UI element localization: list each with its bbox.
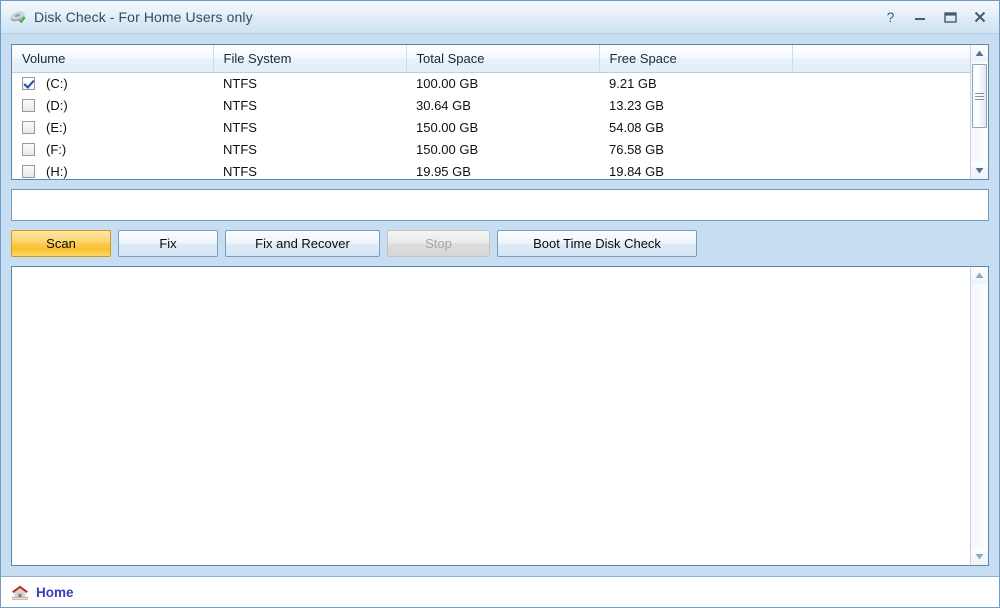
cell-volume: (C:)	[12, 72, 213, 95]
cell-volume: (E:)	[12, 117, 213, 139]
cell-total-space: 19.95 GB	[416, 164, 471, 179]
volume-scrollbar-thumb[interactable]	[972, 64, 987, 128]
client-area: Volume File System Total Space Free Spac…	[1, 34, 999, 576]
volume-table: Volume File System Total Space Free Spac…	[12, 45, 970, 179]
minimize-button[interactable]	[905, 1, 935, 33]
cell-total-space: 30.64 GB	[416, 98, 471, 113]
house-icon	[11, 584, 29, 601]
volume-checkbox[interactable]	[22, 99, 35, 112]
column-header-blank[interactable]	[792, 45, 970, 73]
title-bar-controls: ?	[875, 1, 995, 33]
column-header-file-system[interactable]: File System	[213, 45, 407, 73]
table-row[interactable]: (F:) NTFS 150.00 GB 76.58 GB	[12, 139, 970, 161]
cell-file-system: NTFS	[223, 76, 257, 91]
cell-blank	[792, 72, 970, 95]
home-link[interactable]: Home	[11, 584, 74, 601]
close-button[interactable]	[965, 1, 995, 33]
volume-table-header-row: Volume File System Total Space Free Spac…	[12, 45, 970, 73]
cell-volume: (D:)	[12, 95, 213, 117]
scroll-up-icon[interactable]	[971, 45, 988, 62]
column-header-free-space[interactable]: Free Space	[599, 45, 793, 73]
volume-scrollbar-track[interactable]	[971, 62, 988, 162]
fix-and-recover-button[interactable]: Fix and Recover	[225, 230, 380, 257]
scan-button[interactable]: Scan	[11, 230, 111, 257]
column-header-volume[interactable]: Volume	[12, 45, 214, 73]
home-link-label: Home	[36, 584, 74, 600]
window-title: Disk Check - For Home Users only	[34, 9, 253, 25]
table-row[interactable]: (C:) NTFS 100.00 GB 9.21 GB	[12, 72, 970, 95]
cell-blank	[792, 161, 970, 180]
svg-text:?: ?	[886, 10, 894, 25]
volume-label: (E:)	[46, 120, 67, 135]
volume-label: (F:)	[46, 142, 67, 157]
column-header-total-space[interactable]: Total Space	[406, 45, 600, 73]
stop-button: Stop	[387, 230, 490, 257]
maximize-button[interactable]	[935, 1, 965, 33]
table-row[interactable]: (H:) NTFS 19.95 GB 19.84 GB	[12, 161, 970, 180]
volume-table-body: (C:) NTFS 100.00 GB 9.21 GB (D:) NTFS 30.64 GB…	[12, 72, 970, 179]
cell-total-space: 150.00 GB	[416, 142, 479, 157]
title-bar: Disk Check - For Home Users only ?	[1, 1, 999, 34]
log-scroll-down-icon[interactable]	[971, 548, 988, 565]
log-output-panel	[11, 266, 989, 566]
cell-volume: (F:)	[12, 139, 213, 161]
scrollbar-grip-icon	[975, 92, 984, 100]
cell-free-space: 54.08 GB	[609, 120, 664, 135]
cell-total-space: 150.00 GB	[416, 120, 479, 135]
cell-file-system: NTFS	[223, 120, 257, 135]
cell-total-space: 100.00 GB	[416, 76, 479, 91]
cell-free-space: 13.23 GB	[609, 98, 664, 113]
cell-file-system: NTFS	[223, 164, 257, 179]
cell-file-system: NTFS	[223, 142, 257, 157]
table-row[interactable]: (D:) NTFS 30.64 GB 13.23 GB	[12, 95, 970, 117]
volume-list-scrollbar[interactable]	[970, 45, 988, 179]
table-row[interactable]: (E:) NTFS 150.00 GB 54.08 GB	[12, 117, 970, 139]
log-scrollbar[interactable]	[970, 267, 988, 565]
cell-blank	[792, 139, 970, 161]
volume-checkbox[interactable]	[22, 143, 35, 156]
cell-free-space: 9.21 GB	[609, 76, 657, 91]
volume-checkbox[interactable]	[22, 77, 35, 90]
status-input[interactable]	[11, 189, 989, 221]
log-output-text[interactable]	[12, 267, 970, 565]
volume-table-scroll-viewport: Volume File System Total Space Free Spac…	[12, 45, 970, 179]
action-button-row: Scan Fix Fix and Recover Stop Boot Time …	[11, 230, 989, 257]
application-window: Disk Check - For Home Users only ? Volum…	[0, 0, 1000, 608]
cell-blank	[792, 95, 970, 117]
volume-list-panel: Volume File System Total Space Free Spac…	[11, 44, 989, 180]
volume-checkbox[interactable]	[22, 121, 35, 134]
log-scroll-up-icon[interactable]	[971, 267, 988, 284]
boot-time-disk-check-button[interactable]: Boot Time Disk Check	[497, 230, 697, 257]
volume-checkbox[interactable]	[22, 165, 35, 178]
cell-blank	[792, 117, 970, 139]
log-scrollbar-track[interactable]	[971, 284, 988, 548]
status-bar: Home	[1, 576, 999, 607]
fix-button[interactable]: Fix	[118, 230, 218, 257]
volume-label: (H:)	[46, 164, 68, 179]
cell-free-space: 19.84 GB	[609, 164, 664, 179]
disk-check-icon	[9, 8, 27, 26]
cell-file-system: NTFS	[223, 98, 257, 113]
cell-free-space: 76.58 GB	[609, 142, 664, 157]
help-button[interactable]: ?	[875, 1, 905, 33]
cell-volume: (H:)	[12, 161, 213, 179]
volume-label: (C:)	[46, 76, 68, 91]
volume-label: (D:)	[46, 98, 68, 113]
scroll-down-icon[interactable]	[971, 162, 988, 179]
